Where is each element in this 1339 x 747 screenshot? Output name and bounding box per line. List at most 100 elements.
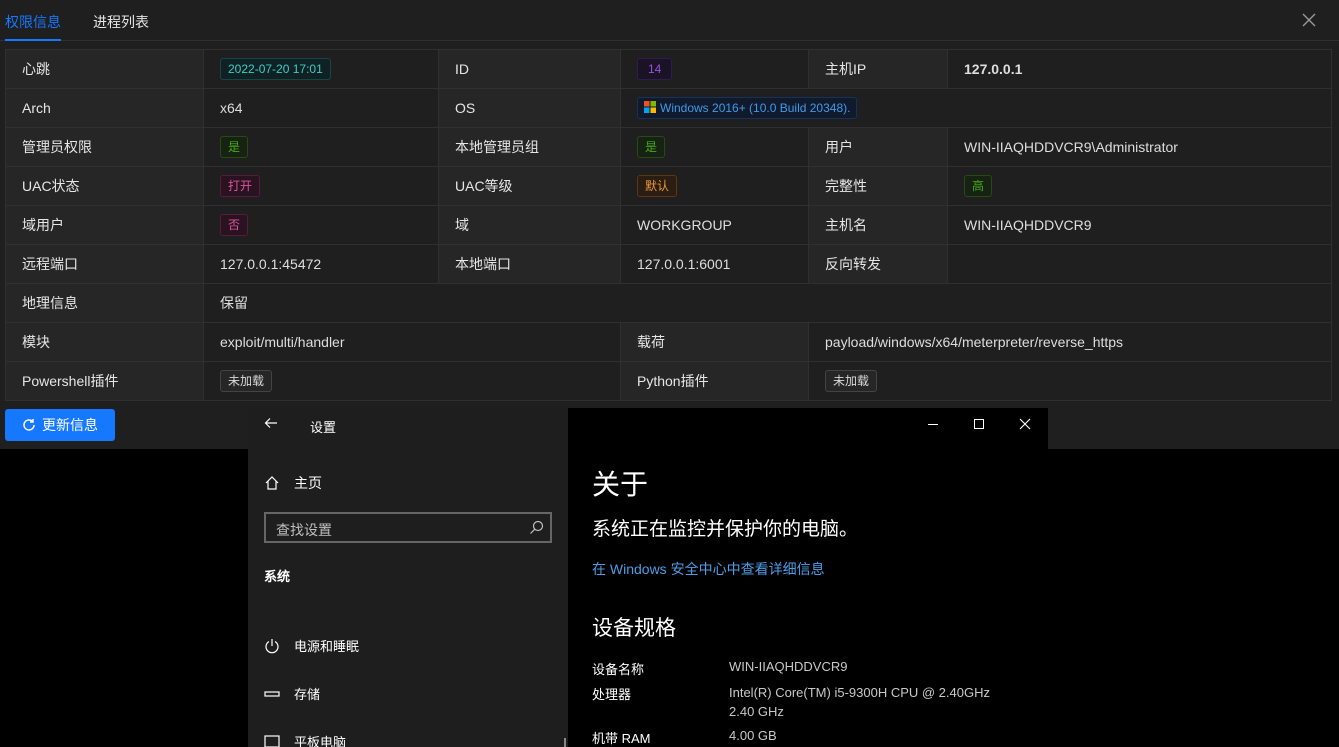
table-row: 心跳 2022-07-20 17:01 ID 14 主机IP 127.0.0.1 (5, 49, 1332, 89)
payload-value: payload/windows/x64/meterpreter/reverse_… (808, 322, 1332, 362)
search-icon[interactable] (529, 520, 544, 535)
domain-value: WORKGROUP (620, 205, 809, 245)
ram-label: 机带 RAM (592, 731, 651, 746)
tab-process-list[interactable]: 进程列表 (93, 12, 149, 32)
host-ip-value: 127.0.0.1 (947, 49, 1332, 89)
close-icon[interactable] (1301, 12, 1317, 28)
protection-status: 系统正在监控并保护你的电脑。 (592, 519, 859, 540)
table-row: UAC状态 打开 UAC等级 默认 完整性 高 (5, 166, 1332, 206)
hostname-label: 主机名 (808, 205, 948, 245)
settings-title: 设置 (310, 420, 337, 435)
close-icon[interactable] (1017, 416, 1033, 432)
nav-item-label: 存储 (294, 687, 321, 702)
geo-value: 保留 (203, 283, 1332, 323)
section-system: 系统 (264, 569, 291, 584)
admin-label: 管理员权限 (5, 127, 204, 167)
local-port-label: 本地端口 (438, 244, 621, 284)
session-info-panel: 权限信息 进程列表 心跳 2022-07-20 17:01 ID 14 主机IP… (0, 0, 1339, 449)
page-title: 关于 (592, 469, 649, 500)
windows-logo-icon (644, 101, 656, 113)
geo-label: 地理信息 (5, 283, 204, 323)
uac-level-tag: 默认 (637, 175, 678, 197)
os-value: Windows 2016+ (10.0 Build 20348). (660, 101, 851, 115)
power-icon (265, 638, 279, 653)
hostname-value: WIN-IIAQHDDVCR9 (947, 205, 1332, 245)
processor-label: 处理器 (592, 687, 632, 702)
module-value: exploit/multi/handler (203, 322, 621, 362)
tab-permission-info[interactable]: 权限信息 (5, 12, 61, 41)
table-row: 管理员权限 是 本地管理员组 是 用户 WIN-IIAQHDDVCR9\Admi… (5, 127, 1332, 167)
python-plugin-label: Python插件 (620, 361, 809, 401)
windows-settings-window: 设置 主页 查找设置 系统 电源和睡眠 存储 平板电脑 关于 系统正在监控并保护… (248, 408, 1048, 747)
domain-user-label: 域用户 (5, 205, 204, 245)
tablet-icon (264, 734, 280, 747)
arch-label: Arch (5, 88, 204, 128)
uac-status-tag: 打开 (220, 175, 261, 197)
id-label: ID (438, 49, 621, 89)
module-label: 模块 (5, 322, 204, 362)
os-label: OS (438, 88, 621, 128)
heartbeat-label: 心跳 (5, 49, 204, 89)
python-plugin-tag: 未加载 (825, 370, 878, 392)
os-tag: Windows 2016+ (10.0 Build 20348). (637, 97, 858, 119)
table-row: Powershell插件 未加载 Python插件 未加载 (5, 361, 1332, 401)
table-row: 域用户 否 域 WORKGROUP 主机名 WIN-IIAQHDDVCR9 (5, 205, 1332, 245)
integrity-tag: 高 (964, 175, 993, 197)
remote-port-value: 127.0.0.1:45472 (203, 244, 439, 284)
device-name-label: 设备名称 (592, 662, 645, 677)
refresh-icon (23, 419, 35, 431)
storage-icon (264, 690, 280, 697)
home-icon (265, 476, 279, 490)
integrity-label: 完整性 (808, 166, 948, 206)
processor-value: Intel(R) Core(TM) i5-9300H CPU @ 2.40GHz (729, 685, 990, 700)
settings-search-input[interactable]: 查找设置 (264, 512, 552, 543)
nav-home-label: 主页 (294, 475, 322, 491)
domain-label: 域 (438, 205, 621, 245)
minimize-icon[interactable] (925, 416, 941, 432)
uac-level-label: UAC等级 (438, 166, 621, 206)
nav-scrollbar[interactable] (564, 738, 566, 747)
refresh-button-label: 更新信息 (42, 417, 98, 433)
powershell-plugin-tag: 未加载 (220, 370, 273, 392)
admin-tag: 是 (220, 136, 249, 158)
ram-value: 4.00 GB (729, 728, 777, 743)
device-name-value: WIN-IIAQHDDVCR9 (729, 659, 848, 674)
processor-speed-value: 2.40 GHz (729, 704, 784, 719)
local-admin-group-label: 本地管理员组 (438, 127, 621, 167)
user-label: 用户 (808, 127, 948, 167)
nav-item-power-sleep[interactable]: 电源和睡眠 (264, 636, 359, 655)
table-row: 远程端口 127.0.0.1:45472 本地端口 127.0.0.1:6001… (5, 244, 1332, 284)
reverse-forward-label: 反向转发 (808, 244, 948, 284)
table-row: 地理信息 保留 (5, 283, 1332, 323)
reverse-forward-value (947, 244, 1332, 284)
arch-value: x64 (203, 88, 439, 128)
back-arrow-icon[interactable] (264, 416, 278, 430)
domain-user-tag: 否 (220, 214, 249, 236)
local-admin-group-tag: 是 (637, 136, 666, 158)
maximize-icon[interactable] (971, 416, 987, 432)
nav-item-tablet[interactable]: 平板电脑 (264, 732, 346, 747)
heartbeat-tag: 2022-07-20 17:01 (220, 58, 331, 80)
session-info-table: 心跳 2022-07-20 17:01 ID 14 主机IP 127.0.0.1… (5, 49, 1332, 401)
nav-item-storage[interactable]: 存储 (264, 684, 320, 703)
local-port-value: 127.0.0.1:6001 (620, 244, 809, 284)
refresh-info-button[interactable]: 更新信息 (5, 409, 115, 441)
table-row: 模块 exploit/multi/handler 载荷 payload/wind… (5, 322, 1332, 362)
table-row: Arch x64 OS Windows 2016+ (10.0 Build 20… (5, 88, 1332, 128)
uac-status-label: UAC状态 (5, 166, 204, 206)
powershell-plugin-label: Powershell插件 (5, 361, 204, 401)
user-value: WIN-IIAQHDDVCR9\Administrator (947, 127, 1332, 167)
payload-label: 载荷 (620, 322, 809, 362)
nav-item-label: 电源和睡眠 (294, 639, 360, 654)
settings-nav: 设置 主页 查找设置 系统 电源和睡眠 存储 平板电脑 (248, 408, 568, 747)
host-ip-label: 主机IP (808, 49, 948, 89)
nav-item-label: 平板电脑 (294, 735, 347, 747)
search-placeholder: 查找设置 (276, 522, 332, 538)
remote-port-label: 远程端口 (5, 244, 204, 284)
id-tag: 14 (637, 58, 673, 80)
about-page: 关于 系统正在监控并保护你的电脑。 在 Windows 安全中心中查看详细信息 … (568, 408, 1048, 747)
device-specs-title: 设备规格 (592, 617, 676, 640)
tab-bar: 权限信息 进程列表 (0, 0, 1339, 41)
nav-home[interactable]: 主页 (264, 473, 322, 493)
security-center-link[interactable]: 在 Windows 安全中心中查看详细信息 (592, 559, 825, 579)
